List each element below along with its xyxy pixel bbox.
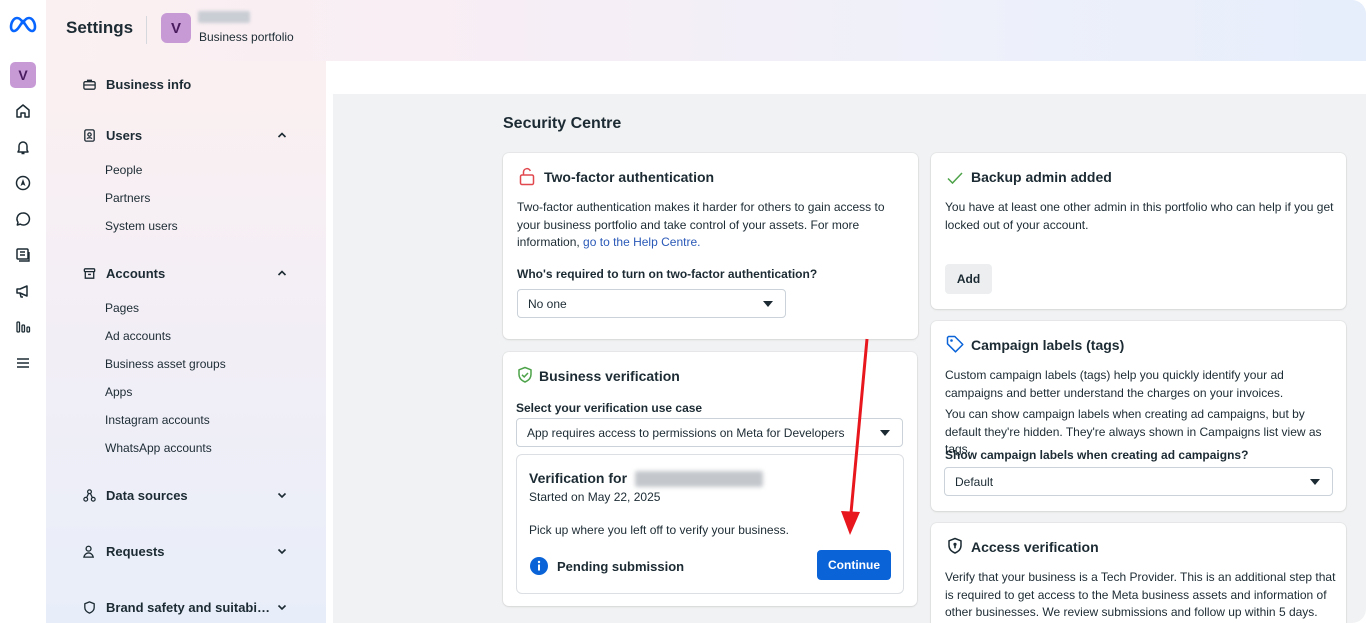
- megaphone-icon[interactable]: [10, 278, 36, 304]
- archive-icon: [80, 264, 98, 282]
- tag-icon: [946, 335, 964, 353]
- caret-down-icon: [763, 301, 773, 307]
- add-admin-button[interactable]: Add: [945, 264, 992, 294]
- nav-item-system-users[interactable]: System users: [105, 219, 178, 233]
- portfolio-avatar[interactable]: V: [161, 13, 191, 43]
- nav-brand-safety[interactable]: Brand safety and suitabi…: [46, 592, 326, 622]
- pending-submission-status: Pending submission: [557, 559, 685, 574]
- page-title: Settings: [66, 18, 134, 37]
- nav-item-whatsapp-accounts[interactable]: WhatsApp accounts: [105, 441, 212, 455]
- section-heading: Security Centre: [503, 115, 622, 132]
- chevron-down-icon[interactable]: [276, 545, 288, 557]
- verification-for-label: Verification for: [529, 470, 628, 486]
- nav-business-info-label: Business info: [106, 76, 192, 92]
- insights-icon[interactable]: [10, 314, 36, 340]
- two-factor-question: Who's required to turn on two-factor aut…: [517, 267, 818, 281]
- chevron-down-icon[interactable]: [276, 601, 288, 613]
- person-add-icon: [80, 542, 98, 560]
- nav-business-info[interactable]: Business info: [46, 69, 326, 99]
- two-factor-card: Two-factor authentication Two-factor aut…: [503, 153, 918, 339]
- checkmark-icon: [947, 172, 963, 185]
- campaign-labels-select-value: Default: [955, 474, 994, 489]
- nav-accounts-label: Accounts: [106, 265, 166, 281]
- campaign-labels-card: Campaign labels (tags) Custom campaign l…: [931, 321, 1346, 511]
- nav-item-business-asset-groups[interactable]: Business asset groups: [105, 357, 226, 371]
- business-verification-title: Business verification: [539, 368, 680, 384]
- help-centre-link[interactable]: go to the Help Centre.: [583, 235, 700, 249]
- bell-icon[interactable]: [10, 134, 36, 160]
- nav-requests[interactable]: Requests: [46, 536, 326, 566]
- caret-down-icon: [1310, 479, 1320, 485]
- chat-bubble-icon[interactable]: [10, 206, 36, 232]
- top-header: Settings V Business portfolio: [46, 0, 1366, 61]
- access-verification-title: Access verification: [971, 539, 1099, 555]
- settings-sidebar: Business info Users People Partners Syst…: [46, 61, 326, 623]
- campaign-labels-description-1: Custom campaign labels (tags) help you q…: [945, 368, 1284, 400]
- backup-admin-card: Backup admin added You have at least one…: [931, 153, 1346, 309]
- verification-pickup-text: Pick up where you left off to verify you…: [529, 523, 789, 537]
- backup-admin-title: Backup admin added: [971, 169, 1112, 185]
- portfolio-avatar-rail[interactable]: V: [10, 62, 36, 88]
- nav-item-pages[interactable]: Pages: [105, 301, 139, 315]
- access-verification-card: Access verification Verify that your bus…: [931, 523, 1346, 623]
- nav-item-partners[interactable]: Partners: [105, 191, 150, 205]
- nav-accounts[interactable]: Accounts: [46, 258, 326, 288]
- business-name-redacted: [635, 471, 763, 487]
- two-factor-title: Two-factor authentication: [544, 169, 715, 185]
- nav-requests-label: Requests: [106, 543, 165, 559]
- continue-button[interactable]: Continue: [817, 550, 891, 580]
- unlock-icon: [519, 167, 535, 186]
- campaign-labels-question: Show campaign labels when creating ad ca…: [945, 448, 1249, 462]
- nav-brand-safety-label: Brand safety and suitabi…: [106, 599, 270, 615]
- verified-shield-icon: [518, 366, 532, 383]
- chevron-up-icon[interactable]: [276, 129, 288, 141]
- portfolio-name-redacted[interactable]: [198, 11, 250, 23]
- briefcase-icon: [80, 75, 98, 93]
- chevron-down-icon[interactable]: [276, 489, 288, 501]
- annotation-arrow: [841, 338, 869, 535]
- verification-started-date: Started on May 22, 2025: [529, 490, 661, 504]
- shield-icon: [80, 598, 98, 616]
- campaign-labels-title: Campaign labels (tags): [971, 337, 1125, 353]
- header-divider: [146, 16, 147, 44]
- meta-logo-icon[interactable]: [8, 14, 38, 38]
- info-icon: [530, 557, 548, 575]
- compass-icon[interactable]: [10, 170, 36, 196]
- two-factor-select-value: No one: [528, 296, 567, 311]
- campaign-labels-select[interactable]: Default: [944, 467, 1333, 496]
- nav-item-instagram-accounts[interactable]: Instagram accounts: [105, 413, 210, 427]
- nav-item-ad-accounts[interactable]: Ad accounts: [105, 329, 171, 343]
- app-rail: V: [0, 0, 46, 623]
- pages-icon[interactable]: [10, 242, 36, 268]
- nav-data-sources-label: Data sources: [106, 487, 188, 503]
- caret-down-icon: [880, 430, 890, 436]
- nav-users-label: Users: [106, 127, 143, 143]
- backup-admin-description: You have at least one other admin in thi…: [945, 200, 1334, 232]
- chevron-up-icon[interactable]: [276, 267, 288, 279]
- nav-item-apps[interactable]: Apps: [105, 385, 132, 399]
- main-top-strip: [326, 61, 1366, 94]
- id-badge-icon: [80, 126, 98, 144]
- nav-users[interactable]: Users: [46, 120, 326, 150]
- portfolio-subtitle[interactable]: Business portfolio: [199, 30, 294, 44]
- two-factor-description-text: Two-factor authentication makes it harde…: [517, 200, 885, 249]
- use-case-label: Select your verification use case: [516, 401, 703, 415]
- menu-icon[interactable]: [10, 350, 36, 376]
- access-verification-description: Verify that your business is a Tech Prov…: [945, 570, 1336, 619]
- use-case-select-value: App requires access to permissions on Me…: [527, 425, 845, 440]
- shield-keyhole-icon: [948, 537, 962, 554]
- home-icon[interactable]: [10, 98, 36, 124]
- two-factor-description: Two-factor authentication makes it harde…: [517, 199, 909, 252]
- data-sources-icon: [80, 486, 98, 504]
- two-factor-select[interactable]: No one: [517, 289, 786, 318]
- nav-item-people[interactable]: People: [105, 163, 142, 177]
- nav-data-sources[interactable]: Data sources: [46, 480, 326, 510]
